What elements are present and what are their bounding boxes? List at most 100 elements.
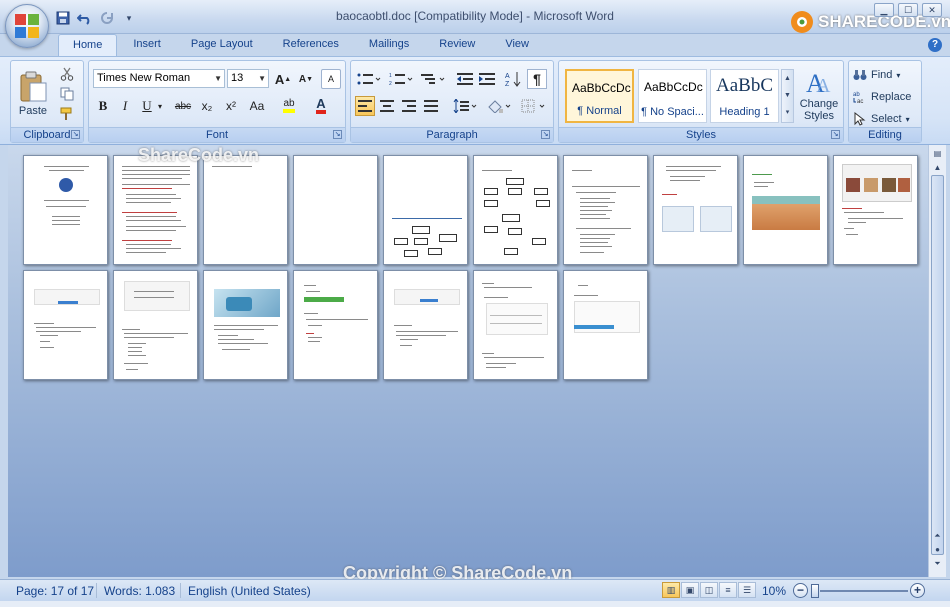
style-heading-1[interactable]: AaBbC Heading 1 bbox=[710, 69, 779, 123]
scroll-up-icon[interactable]: ▲ bbox=[931, 161, 944, 174]
document-area[interactable]: ShareCode.vn Copyright © ShareCode.vn bbox=[8, 145, 928, 583]
zoom-slider-thumb[interactable] bbox=[811, 584, 819, 598]
change-case-button[interactable]: Aa bbox=[245, 96, 269, 116]
sort-button[interactable]: AZ bbox=[503, 69, 523, 89]
page-count[interactable]: Page: 17 of 17 bbox=[16, 584, 94, 598]
copy-button[interactable] bbox=[57, 84, 77, 104]
replace-button[interactable]: ab ac Replace bbox=[853, 88, 911, 106]
cut-button[interactable] bbox=[57, 64, 77, 84]
zoom-out-button[interactable]: − bbox=[793, 583, 808, 598]
page-thumbnail-15[interactable] bbox=[383, 270, 468, 380]
page-thumbnail-13[interactable] bbox=[203, 270, 288, 380]
bullets-button[interactable] bbox=[355, 69, 383, 89]
align-left-button[interactable] bbox=[355, 96, 375, 116]
paste-button[interactable]: Paste bbox=[15, 65, 51, 123]
borders-button[interactable] bbox=[519, 96, 547, 116]
style-normal[interactable]: AaBbCcDc ¶ Normal bbox=[565, 69, 634, 123]
outline-view-icon[interactable]: ≡ bbox=[719, 582, 737, 598]
font-size-select[interactable]: 13 ▼ bbox=[227, 69, 269, 88]
page-thumbnail-4[interactable] bbox=[293, 155, 378, 265]
styles-scroll-up-icon[interactable]: ▲ bbox=[782, 70, 793, 87]
style-no-spacing[interactable]: AaBbCcDc ¶ No Spaci... bbox=[638, 69, 707, 123]
page-thumbnail-5[interactable] bbox=[383, 155, 468, 265]
increase-indent-button[interactable] bbox=[477, 69, 497, 89]
numbering-button[interactable]: 12 bbox=[387, 69, 415, 89]
italic-button[interactable]: I bbox=[115, 96, 135, 116]
page-thumbnail-14[interactable] bbox=[293, 270, 378, 380]
full-screen-reading-view-icon[interactable]: ▣ bbox=[681, 582, 699, 598]
page-thumbnail-6[interactable] bbox=[473, 155, 558, 265]
page-thumbnail-11[interactable] bbox=[23, 270, 108, 380]
select-button[interactable]: Select ▾ bbox=[853, 110, 910, 128]
grow-font-button[interactable]: A ▲ bbox=[273, 69, 293, 89]
page-thumbnail-10[interactable] bbox=[833, 155, 918, 265]
tab-page-layout[interactable]: Page Layout bbox=[177, 34, 267, 55]
style-name: ¶ Normal bbox=[577, 105, 622, 117]
shading-button[interactable] bbox=[485, 96, 513, 116]
highlight-button[interactable]: ab bbox=[277, 96, 301, 116]
draft-view-icon[interactable]: ☰ bbox=[738, 582, 756, 598]
close-button[interactable]: ✕ bbox=[922, 3, 942, 17]
underline-button[interactable]: U bbox=[137, 96, 157, 116]
page-thumbnail-16[interactable] bbox=[473, 270, 558, 380]
web-layout-view-icon[interactable]: ◫ bbox=[700, 582, 718, 598]
page-thumbnail-7[interactable] bbox=[563, 155, 648, 265]
styles-more-icon[interactable]: ▾ bbox=[782, 104, 793, 121]
print-layout-view-icon[interactable]: ▥ bbox=[662, 582, 680, 598]
paragraph-launcher-icon[interactable]: ↘ bbox=[541, 130, 550, 139]
scroll-thumb[interactable] bbox=[931, 175, 944, 555]
minimize-button[interactable]: ▁ bbox=[874, 3, 894, 17]
word-count[interactable]: Words: 1.083 bbox=[104, 584, 175, 598]
chevron-down-icon: ▼ bbox=[214, 74, 222, 83]
ruler-toggle-icon[interactable]: ▤ bbox=[931, 147, 944, 160]
tab-home[interactable]: Home bbox=[58, 34, 118, 56]
tab-review[interactable]: Review bbox=[425, 34, 489, 55]
tab-references[interactable]: References bbox=[269, 34, 353, 55]
decrease-indent-button[interactable] bbox=[455, 69, 475, 89]
page-thumbnail-3[interactable] bbox=[203, 155, 288, 265]
zoom-level[interactable]: 10% bbox=[762, 584, 786, 598]
line-spacing-button[interactable] bbox=[451, 96, 479, 116]
show-formatting-button[interactable]: ¶ bbox=[527, 69, 547, 89]
font-name-select[interactable]: Times New Roman ▼ bbox=[93, 69, 225, 88]
align-center-button[interactable] bbox=[377, 96, 397, 116]
bold-button[interactable]: B bbox=[93, 96, 113, 116]
zoom-in-button[interactable]: + bbox=[910, 583, 925, 598]
shrink-font-button[interactable]: A ▼ bbox=[296, 69, 316, 89]
vertical-scrollbar[interactable]: ▤ ▲ ⏶ ● ⏷ bbox=[928, 145, 946, 577]
strikethrough-button[interactable]: abc bbox=[171, 96, 195, 116]
previous-page-icon[interactable]: ⏶ bbox=[931, 529, 944, 542]
superscript-button[interactable]: x² bbox=[221, 96, 241, 116]
help-icon[interactable]: ? bbox=[928, 38, 942, 52]
format-painter-button[interactable] bbox=[57, 104, 77, 124]
styles-scroll-down-icon[interactable]: ▼ bbox=[782, 87, 793, 104]
next-page-icon[interactable]: ⏷ bbox=[931, 557, 944, 570]
replace-label: Replace bbox=[871, 91, 912, 103]
font-launcher-icon[interactable]: ↘ bbox=[333, 130, 342, 139]
page-thumbnail-17[interactable] bbox=[563, 270, 648, 380]
select-browse-object-icon[interactable]: ● bbox=[931, 543, 944, 556]
tab-insert[interactable]: Insert bbox=[119, 34, 175, 55]
underline-dropdown[interactable]: ▾ bbox=[155, 96, 165, 116]
align-right-button[interactable] bbox=[399, 96, 419, 116]
subscript-button[interactable]: x₂ bbox=[197, 96, 217, 116]
page-thumbnail-12[interactable] bbox=[113, 270, 198, 380]
clipboard-launcher-icon[interactable]: ↘ bbox=[71, 130, 80, 139]
font-color-button[interactable]: A bbox=[309, 96, 333, 116]
maximize-button[interactable]: ☐ bbox=[898, 3, 918, 17]
multilevel-list-button[interactable] bbox=[419, 69, 447, 89]
page-thumbnail-1[interactable] bbox=[23, 155, 108, 265]
tab-mailings[interactable]: Mailings bbox=[355, 34, 423, 55]
page-thumbnail-9[interactable] bbox=[743, 155, 828, 265]
styles-launcher-icon[interactable]: ↘ bbox=[831, 130, 840, 139]
page-thumbnail-2[interactable] bbox=[113, 155, 198, 265]
change-styles-button[interactable]: AA Change Styles bbox=[797, 65, 841, 125]
zoom-slider-track[interactable] bbox=[820, 590, 908, 592]
clear-formatting-button[interactable]: A bbox=[321, 69, 341, 89]
find-button[interactable]: Find ▾ bbox=[853, 66, 900, 84]
page-thumbnail-8[interactable] bbox=[653, 155, 738, 265]
justify-button[interactable] bbox=[421, 96, 441, 116]
office-button[interactable] bbox=[5, 4, 49, 48]
language-indicator[interactable]: English (United States) bbox=[188, 584, 311, 598]
tab-view[interactable]: View bbox=[491, 34, 543, 55]
